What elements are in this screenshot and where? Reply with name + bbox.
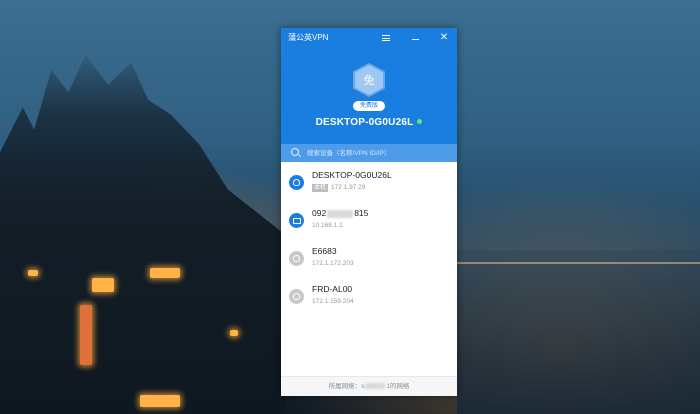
search-input[interactable] bbox=[307, 146, 447, 160]
footer-suffix: 1的网络 bbox=[386, 383, 410, 390]
device-name: E6683 bbox=[312, 246, 337, 256]
wallpaper-light bbox=[80, 305, 92, 365]
app-title: 蒲公英VPN bbox=[288, 33, 329, 42]
device-name: FRD-AL00 bbox=[312, 284, 353, 294]
logo-char: 免 bbox=[355, 65, 383, 95]
user-icon bbox=[289, 289, 304, 304]
device-ip: 10.168.1.1 bbox=[312, 222, 343, 229]
device-name-prefix: 092 bbox=[312, 208, 327, 218]
footer-prefix: 所属网络：s bbox=[328, 383, 365, 390]
edition-badge[interactable]: 免费版 bbox=[353, 101, 385, 111]
user-icon bbox=[289, 175, 304, 190]
close-icon[interactable]: ✕ bbox=[435, 28, 453, 48]
vpn-window: 蒲公英VPN ✕ 免 免费版 DESKTOP-0G0U26L DESKTOP-0… bbox=[281, 28, 457, 396]
menu-icon[interactable] bbox=[377, 28, 395, 48]
device-row[interactable]: FRD-AL00 172.1.159.204 bbox=[281, 279, 457, 317]
device-ip: 172.1.159.204 bbox=[312, 298, 354, 305]
network-footer[interactable]: 所属网络：s 1的网络 bbox=[281, 376, 457, 396]
wallpaper-light bbox=[92, 278, 114, 292]
wallpaper-light bbox=[28, 270, 38, 276]
wallpaper-horizon bbox=[457, 262, 700, 264]
device-row[interactable]: DESKTOP-0G0U26L 本机 172.1.97.29 bbox=[281, 165, 457, 203]
current-device-label: DESKTOP-0G0U26L bbox=[315, 117, 414, 128]
device-name: DESKTOP-0G0U26L bbox=[312, 170, 392, 180]
device-name-suffix: 815 bbox=[354, 208, 369, 218]
online-status-icon bbox=[417, 118, 423, 124]
redacted-blur bbox=[327, 209, 354, 218]
search-bar bbox=[281, 144, 457, 162]
current-device-name: DESKTOP-0G0U26L bbox=[281, 115, 457, 131]
app-logo: 免 bbox=[353, 63, 385, 97]
minimize-icon[interactable] bbox=[406, 28, 424, 48]
device-row[interactable]: 092 815 10.168.1.1 bbox=[281, 203, 457, 241]
title-bar[interactable]: 蒲公英VPN ✕ bbox=[281, 28, 457, 48]
device-name: 092 815 bbox=[312, 208, 368, 218]
wallpaper-light bbox=[230, 330, 238, 336]
wallpaper-light bbox=[140, 395, 180, 407]
device-ip-value: 172.1.97.29 bbox=[331, 184, 366, 191]
device-list: DESKTOP-0G0U26L 本机 172.1.97.29 092 815 10.… bbox=[281, 165, 457, 317]
search-icon bbox=[291, 148, 299, 156]
device-row[interactable]: E6683 172.1.172.203 bbox=[281, 241, 457, 279]
window-header: 蒲公英VPN ✕ 免 免费版 DESKTOP-0G0U26L bbox=[281, 28, 457, 144]
device-ip: 172.1.172.203 bbox=[312, 260, 354, 267]
user-icon bbox=[289, 251, 304, 266]
wallpaper-sea bbox=[457, 250, 700, 414]
wallpaper-light bbox=[150, 268, 180, 278]
redacted-blur bbox=[365, 383, 386, 390]
wallpaper-city bbox=[0, 54, 285, 414]
device-ip: 本机 172.1.97.29 bbox=[312, 184, 365, 192]
computer-icon bbox=[289, 213, 304, 228]
local-tag: 本机 bbox=[312, 184, 329, 192]
